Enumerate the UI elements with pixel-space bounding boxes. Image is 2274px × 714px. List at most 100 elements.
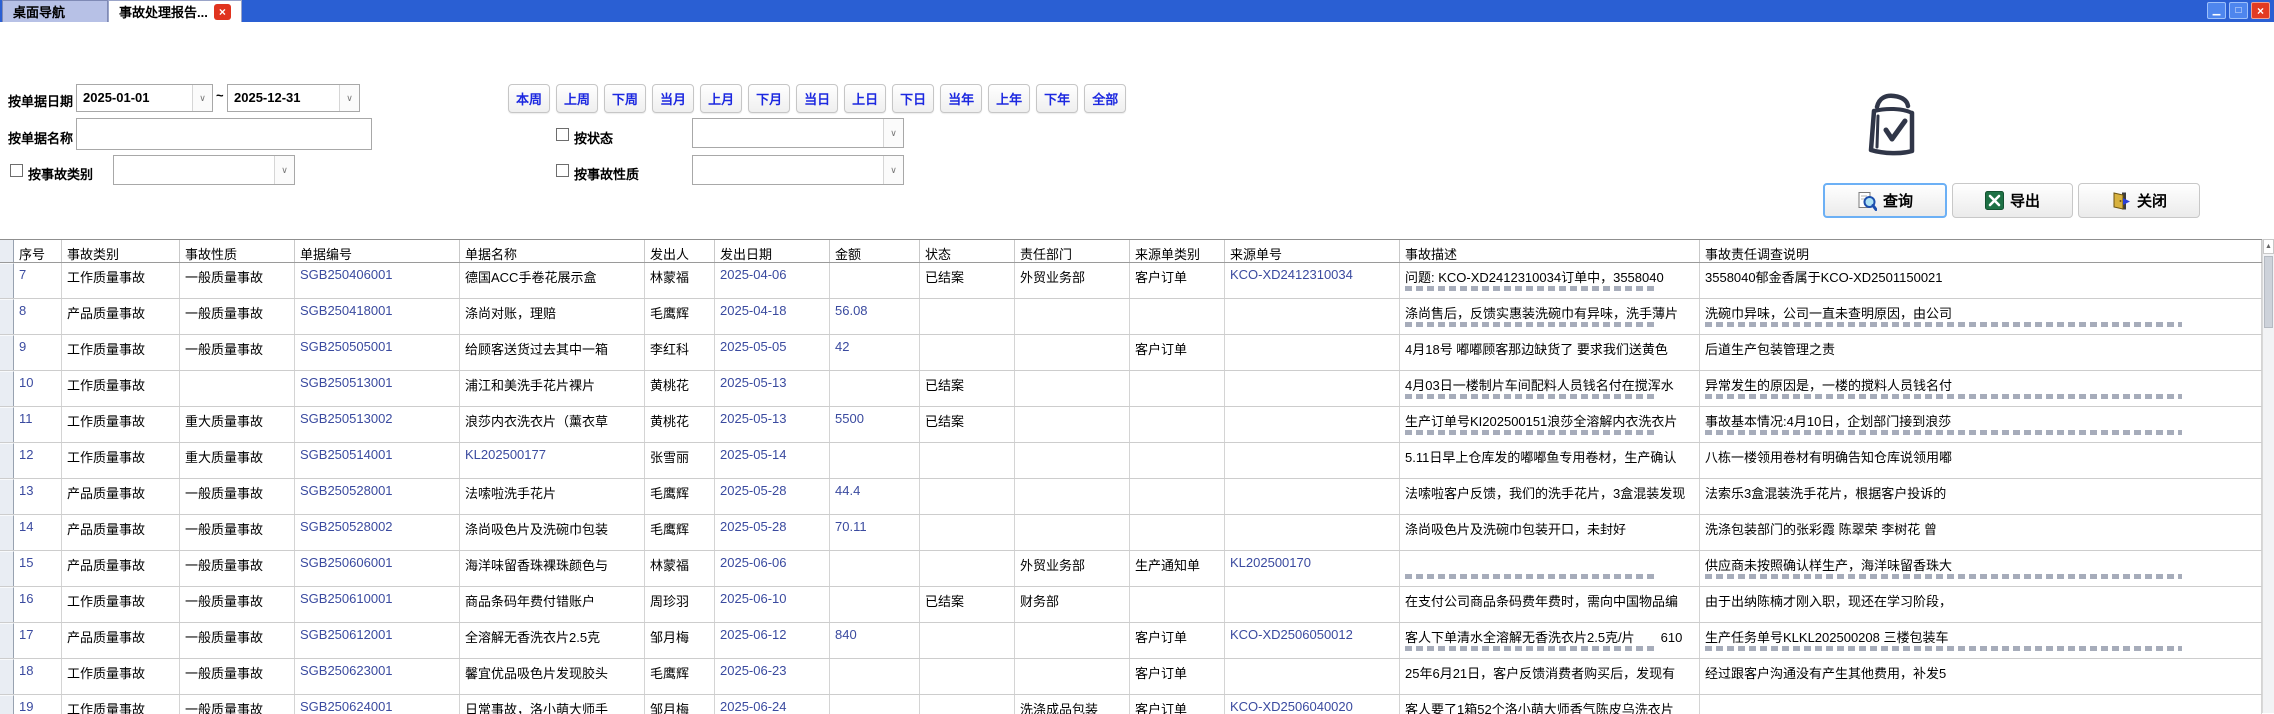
grid-cell[interactable]: 异常发生的原因是，一楼的搅料人员钱名付: [1700, 371, 2262, 406]
grid-cell[interactable]: 客户订单: [1130, 335, 1225, 370]
grid-cell[interactable]: 重大质量事故: [180, 443, 295, 478]
grid-cell[interactable]: 9: [14, 335, 62, 370]
grid-cell[interactable]: [1015, 335, 1130, 370]
grid-cell[interactable]: 4月03日一楼制片车间配料人员钱名付在搅浑水: [1400, 371, 1700, 406]
grid-cell[interactable]: 生产订单号KI202500151浪莎全溶解内衣洗衣片: [1400, 407, 1700, 442]
grid-cell[interactable]: 2025-06-24: [715, 695, 830, 714]
grid-cell[interactable]: 已结案: [920, 407, 1015, 442]
chevron-down-icon[interactable]: ∨: [192, 85, 212, 111]
status-filter-checkbox[interactable]: [556, 128, 569, 141]
nature-filter-checkbox[interactable]: [556, 164, 569, 177]
grid-cell[interactable]: 给顾客送货过去其中一箱: [460, 335, 645, 370]
grid-cell[interactable]: 张雪丽: [645, 443, 715, 478]
grid-cell[interactable]: 客户订单: [1130, 623, 1225, 658]
grid-cell[interactable]: [920, 623, 1015, 658]
grid-cell[interactable]: [1130, 479, 1225, 514]
grid-cell[interactable]: 25年6月21日，客户反馈消费者购买后，发现有: [1400, 659, 1700, 694]
grid-cell[interactable]: [1015, 407, 1130, 442]
grid-cell[interactable]: [920, 695, 1015, 714]
grid-cell[interactable]: 12: [14, 443, 62, 478]
date-to-combobox[interactable]: 2025-12-31 ∨: [227, 84, 360, 112]
quick-date-button[interactable]: 上年: [988, 84, 1030, 113]
column-header[interactable]: 事故描述: [1400, 240, 1700, 262]
grid-cell[interactable]: [920, 479, 1015, 514]
column-header[interactable]: 单据编号: [295, 240, 460, 262]
grid-cell[interactable]: [1225, 587, 1400, 622]
column-header[interactable]: 事故性质: [180, 240, 295, 262]
grid-cell[interactable]: 产品质量事故: [62, 479, 180, 514]
grid-cell[interactable]: 客户订单: [1130, 263, 1225, 298]
column-header[interactable]: 来源单类别: [1130, 240, 1225, 262]
table-row[interactable]: 11工作质量事故重大质量事故SGB250513002浪莎内衣洗衣片（薰衣草黄桃花…: [0, 407, 2262, 443]
table-row[interactable]: 8产品质量事故一般质量事故SGB250418001涤尚对账，理赔毛鹰辉2025-…: [0, 299, 2262, 335]
grid-cell[interactable]: [1130, 515, 1225, 550]
row-selector[interactable]: [0, 659, 14, 694]
select-all-gutter[interactable]: [0, 240, 14, 262]
grid-cell[interactable]: 2025-06-12: [715, 623, 830, 658]
grid-cell[interactable]: 产品质量事故: [62, 623, 180, 658]
category-filter-checkbox[interactable]: [10, 164, 23, 177]
minimize-icon[interactable]: ▁: [2207, 2, 2226, 19]
grid-cell[interactable]: [830, 443, 920, 478]
grid-cell[interactable]: 洗涤包装部门的张彩霞 陈翠荣 李树花 曾: [1700, 515, 2262, 550]
grid-cell[interactable]: 黄桃花: [645, 407, 715, 442]
grid-cell[interactable]: 黄桃花: [645, 371, 715, 406]
column-header[interactable]: 发出人: [645, 240, 715, 262]
grid-cell[interactable]: 2025-04-06: [715, 263, 830, 298]
grid-cell[interactable]: 一般质量事故: [180, 515, 295, 550]
grid-cell[interactable]: 浦江和美洗手花片裸片: [460, 371, 645, 406]
grid-cell[interactable]: 18: [14, 659, 62, 694]
grid-cell[interactable]: [830, 587, 920, 622]
grid-cell[interactable]: 2025-05-13: [715, 371, 830, 406]
table-row[interactable]: 10工作质量事故SGB250513001浦江和美洗手花片裸片黄桃花2025-05…: [0, 371, 2262, 407]
row-selector[interactable]: [0, 371, 14, 406]
restore-icon[interactable]: □: [2229, 2, 2248, 19]
chevron-down-icon[interactable]: ∨: [883, 156, 903, 184]
quick-date-button[interactable]: 当月: [652, 84, 694, 113]
grid-cell[interactable]: SGB250418001: [295, 299, 460, 334]
grid-cell[interactable]: 14: [14, 515, 62, 550]
grid-cell[interactable]: 生产通知单: [1130, 551, 1225, 586]
grid-cell[interactable]: 李红科: [645, 335, 715, 370]
grid-cell[interactable]: 后道生产包装管理之责: [1700, 335, 2262, 370]
table-row[interactable]: 14产品质量事故一般质量事故SGB250528002涤尚吸色片及洗碗巾包装毛鹰辉…: [0, 515, 2262, 551]
quick-date-button[interactable]: 上日: [844, 84, 886, 113]
grid-cell[interactable]: 林蒙福: [645, 263, 715, 298]
grid-cell[interactable]: [1400, 551, 1700, 586]
grid-cell[interactable]: [1015, 479, 1130, 514]
grid-cell[interactable]: 供应商未按照确认样生产，海洋味留香珠大: [1700, 551, 2262, 586]
table-row[interactable]: 18工作质量事故一般质量事故SGB250623001馨宜优品吸色片发现胶头毛鹰辉…: [0, 659, 2262, 695]
grid-cell[interactable]: 已结案: [920, 371, 1015, 406]
tab-close-icon[interactable]: ×: [214, 4, 231, 20]
grid-cell[interactable]: [830, 263, 920, 298]
grid-cell[interactable]: 已结案: [920, 587, 1015, 622]
table-row[interactable]: 12工作质量事故重大质量事故SGB250514001KL202500177张雪丽…: [0, 443, 2262, 479]
grid-cell[interactable]: [1015, 371, 1130, 406]
grid-cell[interactable]: 法嗦啦客户反馈，我们的洗手花片，3盒混装发现: [1400, 479, 1700, 514]
grid-cell[interactable]: 工作质量事故: [62, 587, 180, 622]
column-header[interactable]: 单据名称: [460, 240, 645, 262]
quick-date-button[interactable]: 本周: [508, 84, 550, 113]
grid-cell[interactable]: 外贸业务部: [1015, 551, 1130, 586]
grid-cell[interactable]: 2025-06-10: [715, 587, 830, 622]
grid-cell[interactable]: 全溶解无香洗衣片2.5克: [460, 623, 645, 658]
grid-cell[interactable]: [830, 659, 920, 694]
row-selector[interactable]: [0, 407, 14, 442]
table-row[interactable]: 15产品质量事故一般质量事故SGB250606001海洋味留香珠裸珠颜色与林蒙福…: [0, 551, 2262, 587]
grid-cell[interactable]: [830, 551, 920, 586]
grid-cell[interactable]: 2025-05-05: [715, 335, 830, 370]
quick-date-button[interactable]: 下月: [748, 84, 790, 113]
grid-cell[interactable]: 19: [14, 695, 62, 714]
grid-cell[interactable]: 44.4: [830, 479, 920, 514]
grid-cell[interactable]: 一般质量事故: [180, 551, 295, 586]
grid-cell[interactable]: SGB250513001: [295, 371, 460, 406]
grid-cell[interactable]: [1015, 299, 1130, 334]
grid-cell[interactable]: [1225, 659, 1400, 694]
grid-cell[interactable]: 工作质量事故: [62, 695, 180, 714]
grid-cell[interactable]: 生产任务单号KLKL202500208 三楼包装车: [1700, 623, 2262, 658]
column-header[interactable]: 序号: [14, 240, 62, 262]
grid-cell[interactable]: KL202500177: [460, 443, 645, 478]
grid-cell[interactable]: 毛鹰辉: [645, 515, 715, 550]
grid-cell[interactable]: 4月18号 嘟嘟顾客那边缺货了 要求我们送黄色: [1400, 335, 1700, 370]
grid-cell[interactable]: 3558040郁金香属于KCO-XD2501150021: [1700, 263, 2262, 298]
